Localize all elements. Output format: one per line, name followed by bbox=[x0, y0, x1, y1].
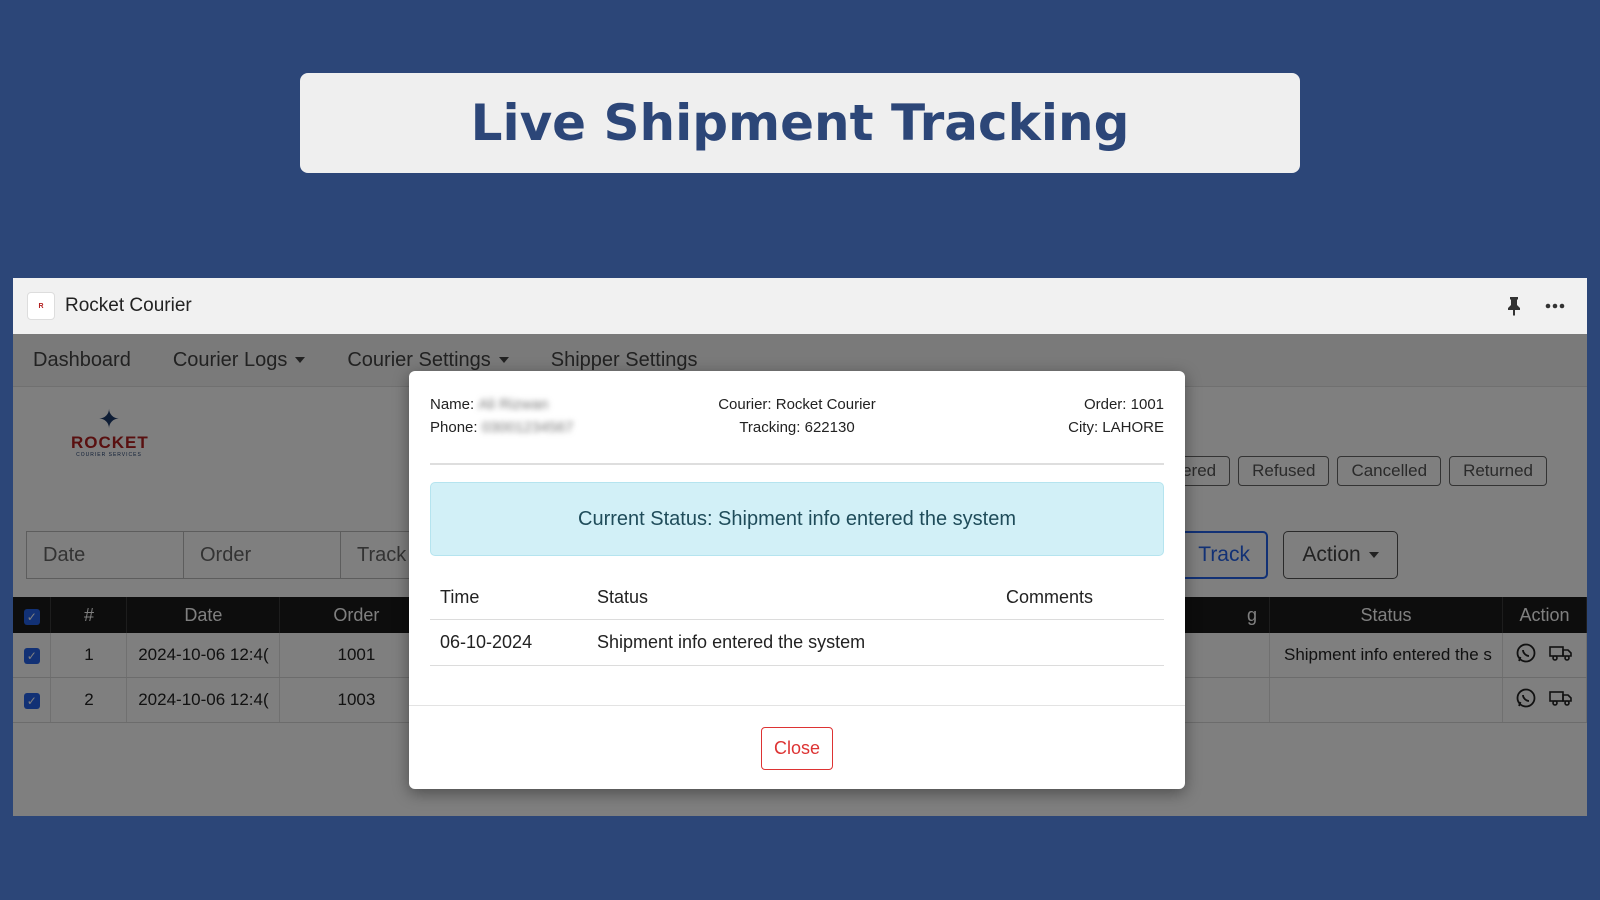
tracking-history-table: Time Status Comments 06-10-2024 Shipment… bbox=[430, 575, 1164, 666]
column-header: Comments bbox=[996, 575, 1164, 620]
pin-icon[interactable] bbox=[1505, 296, 1523, 316]
window-title: Rocket Courier bbox=[65, 295, 192, 316]
order-info: Order: 1001 City: LAHORE bbox=[1068, 393, 1164, 439]
column-header: Status bbox=[587, 575, 996, 620]
history-header-row: Time Status Comments bbox=[430, 575, 1164, 620]
name-label: Name: bbox=[430, 396, 475, 413]
customer-phone: 03001234567 bbox=[481, 419, 574, 436]
column-header: Time bbox=[430, 575, 587, 620]
titlebar-actions bbox=[1505, 278, 1565, 334]
window-titlebar: R Rocket Courier bbox=[13, 278, 1587, 334]
more-options-icon[interactable] bbox=[1545, 303, 1565, 309]
tracking-modal: Courier: Rocket Courier Tracking: 622130… bbox=[409, 371, 1185, 789]
phone-label: Phone: bbox=[430, 419, 478, 436]
history-comments bbox=[996, 619, 1164, 666]
history-status: Shipment info entered the system bbox=[587, 619, 996, 666]
close-button[interactable]: Close bbox=[760, 726, 834, 770]
rocket-logo-icon: R bbox=[27, 292, 55, 320]
modal-header: Courier: Rocket Courier Tracking: 622130… bbox=[430, 393, 1164, 465]
order-city: City: LAHORE bbox=[1068, 419, 1164, 436]
history-time: 06-10-2024 bbox=[430, 619, 587, 666]
customer-info: Name: Ali Rizwan Phone: 03001234567 bbox=[430, 393, 573, 439]
customer-name: Ali Rizwan bbox=[478, 396, 549, 413]
page-banner: Live Shipment Tracking bbox=[300, 73, 1300, 173]
banner-title: Live Shipment Tracking bbox=[470, 94, 1130, 152]
history-row: 06-10-2024 Shipment info entered the sys… bbox=[430, 619, 1164, 666]
modal-footer: Close bbox=[409, 705, 1185, 790]
current-status-alert: Current Status: Shipment info entered th… bbox=[430, 482, 1164, 556]
order-number: Order: 1001 bbox=[1083, 396, 1164, 413]
